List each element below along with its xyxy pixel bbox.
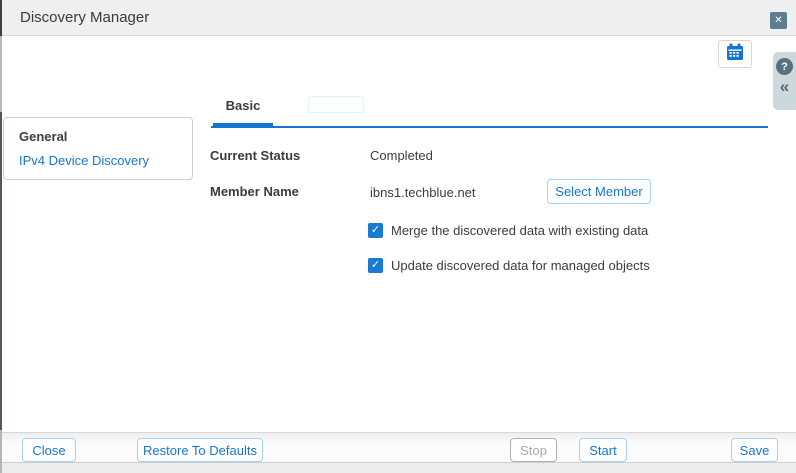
collapse-icon[interactable]: « <box>780 78 789 95</box>
member-name-value: ibns1.techblue.net <box>370 185 476 200</box>
help-flap: ? « <box>773 52 796 110</box>
page-background-strip <box>2 462 796 473</box>
update-data-label: Update discovered data for managed objec… <box>391 258 650 273</box>
check-icon: ✓ <box>371 224 380 236</box>
restore-to-defaults-button[interactable]: Restore To Defaults <box>137 438 263 462</box>
close-glyph: ✕ <box>774 15 782 26</box>
current-status-value: Completed <box>370 148 433 163</box>
help-glyph: ? <box>781 61 788 73</box>
sidebar: General IPv4 Device Discovery <box>3 117 193 180</box>
help-icon[interactable]: ? <box>776 58 793 75</box>
dialog-header: Discovery Manager <box>2 0 796 36</box>
merge-data-checkbox-row: ✓ Merge the discovered data with existin… <box>368 223 648 238</box>
dialog-title: Discovery Manager <box>20 9 149 26</box>
calendar-icon <box>725 43 745 66</box>
tab-underline <box>211 126 768 128</box>
update-data-checkbox-row: ✓ Update discovered data for managed obj… <box>368 258 650 273</box>
merge-data-label: Merge the discovered data with existing … <box>391 223 648 238</box>
save-button[interactable]: Save <box>731 438 778 462</box>
check-icon: ✓ <box>371 259 380 271</box>
discovery-manager-dialog: Discovery Manager ✕ ? « <box>0 0 796 473</box>
screen-edge-dark <box>0 112 2 430</box>
member-name-label: Member Name <box>210 184 299 199</box>
sidebar-section-general: General <box>19 129 192 144</box>
tab-basic[interactable]: Basic <box>213 98 273 116</box>
tab-ghost[interactable] <box>308 96 364 113</box>
dialog-footer <box>2 432 796 462</box>
start-button[interactable]: Start <box>579 438 627 462</box>
update-data-checkbox[interactable]: ✓ <box>368 258 383 273</box>
select-member-button[interactable]: Select Member <box>547 179 651 204</box>
schedule-button[interactable] <box>718 40 752 68</box>
close-button[interactable]: Close <box>22 438 76 462</box>
merge-data-checkbox[interactable]: ✓ <box>368 223 383 238</box>
current-status-label: Current Status <box>210 148 300 163</box>
screen-edge-mid <box>0 36 2 112</box>
stop-button[interactable]: Stop <box>510 438 557 462</box>
tab-active-indicator <box>213 123 273 128</box>
close-icon[interactable]: ✕ <box>770 12 787 29</box>
sidebar-item-ipv4-device-discovery[interactable]: IPv4 Device Discovery <box>19 153 192 168</box>
collapse-glyph: « <box>780 77 789 96</box>
